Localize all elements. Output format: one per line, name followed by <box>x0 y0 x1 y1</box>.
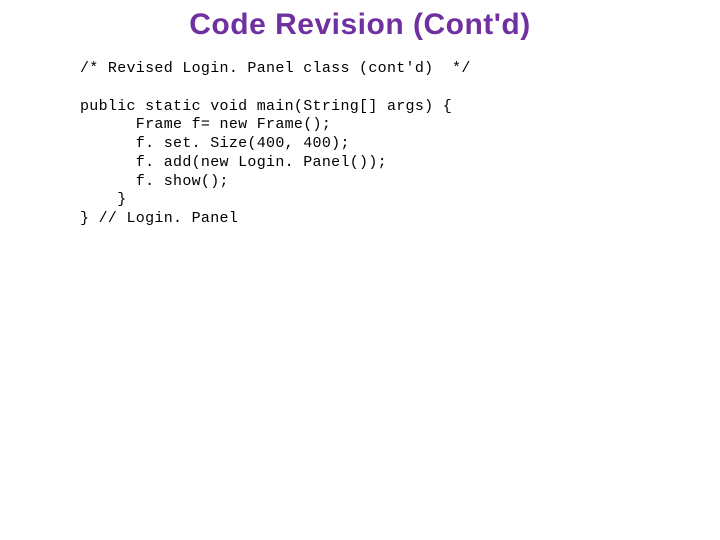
code-line-3: f. set. Size(400, 400); <box>80 135 350 152</box>
code-line-4: f. add(new Login. Panel()); <box>80 154 387 171</box>
code-line-7: } // Login. Panel <box>80 210 238 227</box>
code-line-6: } <box>80 191 127 208</box>
code-line-2: Frame f= new Frame(); <box>80 116 331 133</box>
code-comment: /* Revised Login. Panel class (cont'd) *… <box>80 60 471 77</box>
slide-container: Code Revision (Cont'd) /* Revised Login.… <box>0 0 720 540</box>
code-line-1: public static void main(String[] args) { <box>80 98 452 115</box>
code-line-5: f. show(); <box>80 173 229 190</box>
slide-title: Code Revision (Cont'd) <box>0 0 720 60</box>
code-block: /* Revised Login. Panel class (cont'd) *… <box>0 60 720 229</box>
